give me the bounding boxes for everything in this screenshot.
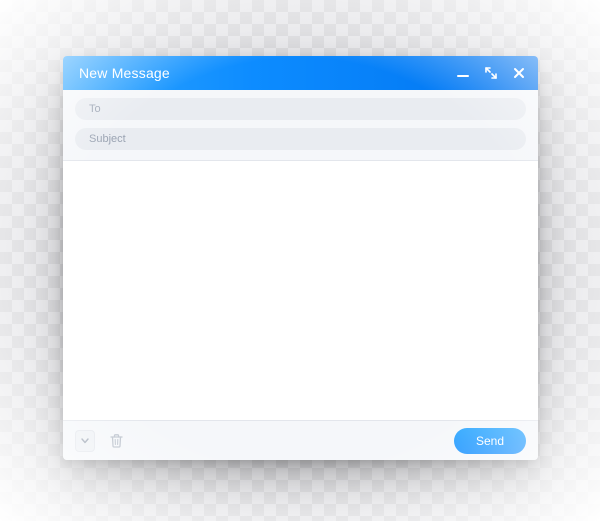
titlebar-actions [456, 66, 526, 80]
compose-window: New Message [63, 56, 538, 460]
close-icon[interactable] [512, 66, 526, 80]
to-field-wrap [75, 98, 526, 120]
to-field[interactable] [89, 103, 512, 115]
chevron-down-icon [81, 438, 89, 444]
header-fields [63, 90, 538, 161]
minimize-icon[interactable] [456, 66, 470, 80]
more-options-button[interactable] [75, 430, 95, 452]
delete-button[interactable] [105, 430, 127, 452]
subject-field-wrap [75, 128, 526, 150]
titlebar: New Message [63, 56, 538, 90]
expand-icon[interactable] [484, 66, 498, 80]
subject-field[interactable] [89, 133, 512, 145]
send-button[interactable]: Send [454, 428, 526, 454]
trash-icon [110, 434, 123, 448]
window-title: New Message [79, 65, 456, 81]
message-body-input[interactable] [63, 161, 538, 420]
footer-toolbar: Send [63, 420, 538, 460]
message-body-area [63, 161, 538, 420]
